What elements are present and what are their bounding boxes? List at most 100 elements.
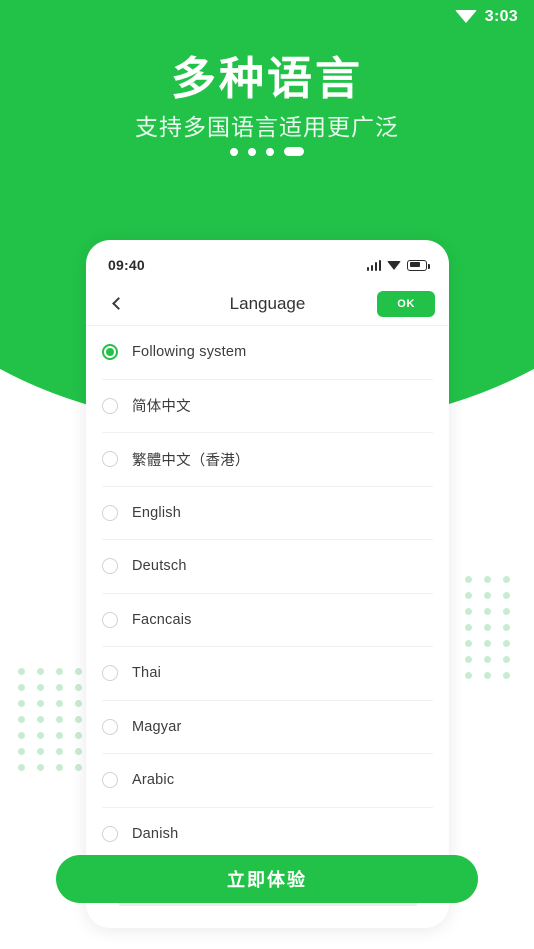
- language-row[interactable]: Following system: [102, 326, 433, 380]
- language-label: 简体中文: [132, 399, 191, 416]
- decorative-dot: [75, 748, 82, 755]
- decorative-dot: [37, 684, 44, 691]
- radio-unselected-icon[interactable]: [102, 397, 118, 414]
- decorative-dot: [465, 608, 472, 615]
- radio-unselected-icon[interactable]: [102, 665, 118, 682]
- language-label: Facncais: [132, 611, 192, 628]
- decorative-dot: [503, 656, 510, 663]
- decorative-dot: [18, 700, 25, 707]
- decorative-dot: [37, 764, 44, 771]
- back-button[interactable]: [102, 289, 132, 319]
- pagination-dot-1[interactable]: [248, 147, 256, 156]
- signal-bars-icon: [366, 259, 381, 271]
- decorative-dot: [75, 716, 82, 723]
- radio-unselected-icon[interactable]: [102, 825, 118, 842]
- phone-nav-bar: Language OK: [86, 282, 449, 326]
- decorative-dot: [503, 672, 510, 679]
- pagination-dot-2[interactable]: [266, 147, 274, 156]
- decorative-dot: [484, 656, 491, 663]
- language-row[interactable]: Deutsch: [102, 540, 433, 594]
- decorative-dot-grid-left: [18, 668, 94, 780]
- language-row[interactable]: Facncais: [102, 594, 433, 647]
- decorative-dot: [75, 700, 82, 707]
- radio-unselected-icon[interactable]: [102, 611, 118, 628]
- radio-unselected-icon[interactable]: [102, 451, 118, 468]
- language-row[interactable]: English: [102, 487, 433, 540]
- decorative-dot: [484, 608, 491, 615]
- decorative-dot: [18, 748, 25, 755]
- decorative-dot: [18, 764, 25, 771]
- decorative-dot-grid-right: [465, 576, 522, 688]
- language-label: Deutsch: [132, 558, 187, 575]
- decorative-dot: [56, 684, 63, 691]
- language-row[interactable]: Thai: [102, 647, 433, 701]
- decorative-dot: [503, 576, 510, 583]
- wifi-icon: [387, 261, 401, 270]
- radio-unselected-icon[interactable]: [102, 772, 118, 789]
- decorative-dot: [465, 640, 472, 647]
- decorative-dot: [56, 748, 63, 755]
- language-label: Magyar: [132, 718, 182, 735]
- system-status-bar: 3:03: [0, 0, 534, 34]
- language-row[interactable]: 简体中文: [102, 380, 433, 433]
- decorative-dot: [75, 684, 82, 691]
- battery-icon: [407, 259, 430, 271]
- decorative-dot: [465, 624, 472, 631]
- decorative-dot: [56, 668, 63, 675]
- decorative-dot: [503, 624, 510, 631]
- decorative-dot: [465, 576, 472, 583]
- decorative-dot: [484, 640, 491, 647]
- decorative-dot: [18, 684, 25, 691]
- wifi-icon: [454, 10, 477, 23]
- decorative-dot: [75, 764, 82, 771]
- language-list: Following system 简体中文繁體中文（香港） English Deuts…: [86, 326, 449, 861]
- decorative-dot: [18, 716, 25, 723]
- phone-clock: 09:40: [108, 257, 145, 273]
- decorative-dot: [465, 592, 472, 599]
- decorative-dot: [465, 672, 472, 679]
- decorative-dot: [56, 700, 63, 707]
- ok-button[interactable]: OK: [377, 290, 435, 317]
- language-label: Danish: [132, 825, 179, 842]
- pagination-dot-0[interactable]: [230, 147, 238, 156]
- decorative-dot: [56, 764, 63, 771]
- decorative-dot: [18, 668, 25, 675]
- language-row[interactable]: Magyar: [102, 701, 433, 754]
- language-row[interactable]: 繁體中文（香港）: [102, 433, 433, 487]
- chevron-left-icon: [112, 297, 125, 310]
- get-started-button[interactable]: 立即体验: [56, 855, 478, 903]
- decorative-dot: [484, 576, 491, 583]
- language-label: Following system: [132, 344, 247, 361]
- decorative-dot: [484, 672, 491, 679]
- system-clock: 3:03: [484, 8, 518, 25]
- decorative-dot: [484, 624, 491, 631]
- language-label: Arabic: [132, 772, 175, 789]
- language-row[interactable]: Danish: [102, 808, 433, 861]
- pagination-dots[interactable]: [0, 147, 534, 156]
- decorative-dot: [37, 716, 44, 723]
- decorative-dot: [503, 592, 510, 599]
- phone-status-icons: [366, 259, 430, 271]
- onboarding-screen: 3:03 多种语言 支持多国语言适用更广泛 09:40 Language OK …: [0, 0, 534, 949]
- decorative-dot: [75, 668, 82, 675]
- language-label: English: [132, 504, 181, 521]
- radio-selected-icon[interactable]: [102, 344, 118, 361]
- radio-unselected-icon[interactable]: [102, 504, 118, 521]
- phone-mockup: 09:40 Language OK Following system 简体中文繁體…: [86, 240, 449, 928]
- pagination-dot-3[interactable]: [284, 147, 304, 156]
- decorative-dot: [18, 732, 25, 739]
- page-subtitle: 支持多国语言适用更广泛: [135, 114, 399, 140]
- decorative-dot: [56, 732, 63, 739]
- decorative-dot: [503, 608, 510, 615]
- decorative-dot: [484, 592, 491, 599]
- radio-unselected-icon[interactable]: [102, 718, 118, 735]
- language-row[interactable]: Arabic: [102, 754, 433, 808]
- language-label: 繁體中文（香港）: [132, 452, 250, 469]
- phone-status-bar: 09:40: [86, 248, 449, 282]
- decorative-dot: [37, 748, 44, 755]
- decorative-dot: [37, 732, 44, 739]
- decorative-dot: [37, 700, 44, 707]
- radio-unselected-icon[interactable]: [102, 558, 118, 575]
- decorative-dot: [503, 640, 510, 647]
- decorative-dot: [465, 656, 472, 663]
